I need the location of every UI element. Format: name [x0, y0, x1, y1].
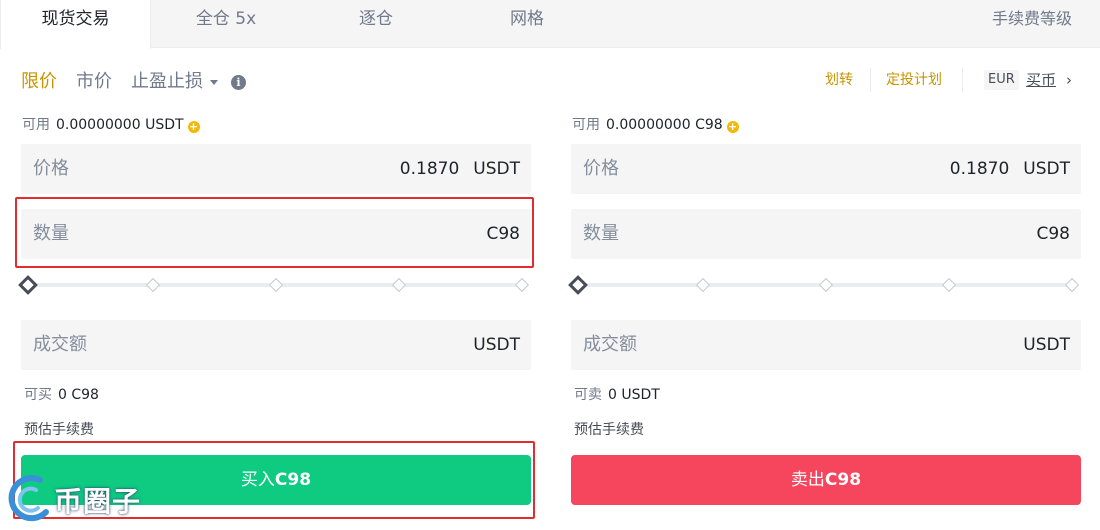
buy-amount-slider[interactable] — [18, 275, 534, 295]
price-value: 0.1870 — [399, 159, 460, 179]
tab-grid[interactable]: 网格 — [487, 0, 567, 48]
max-buy: 可买 0 C98 — [24, 386, 99, 404]
sell-total-input[interactable]: 成交额 USDT — [571, 320, 1081, 370]
slider-mark-50[interactable] — [818, 277, 834, 293]
price-label: 价格 — [583, 158, 619, 179]
total-label: 成交额 — [33, 334, 87, 355]
sell-available: 可用 0.00000000 C98 + — [572, 116, 739, 134]
highlight-box — [15, 197, 534, 268]
max-sell: 可卖 0 USDT — [574, 386, 660, 404]
max-buy-label: 可买 — [24, 387, 52, 403]
total-unit: USDT — [1023, 335, 1070, 355]
max-sell-value: 0 USDT — [608, 387, 660, 403]
chevron-right-icon[interactable]: › — [1066, 72, 1072, 88]
buy-price-input[interactable]: 价格 0.1870 USDT — [21, 144, 531, 194]
order-type-stop[interactable]: 止盈止损 — [131, 70, 218, 94]
tab-cross-margin[interactable]: 全仓 5x — [176, 0, 276, 48]
price-label: 价格 — [33, 158, 69, 179]
price-unit: USDT — [473, 159, 520, 179]
order-type-limit[interactable]: 限价 — [21, 70, 57, 94]
tab-isolated-margin[interactable]: 逐仓 — [336, 0, 416, 48]
slider-handle[interactable] — [568, 275, 588, 295]
sell-button-asset: C98 — [824, 470, 862, 490]
fee-level-link[interactable]: 手续费等级 — [992, 0, 1072, 38]
total-unit: USDT — [473, 335, 520, 355]
info-icon[interactable]: i — [231, 75, 246, 90]
order-type-market[interactable]: 市价 — [76, 70, 112, 94]
available-label: 可用 — [572, 117, 600, 133]
slider-mark-75[interactable] — [391, 277, 407, 293]
slider-mark-25[interactable] — [695, 277, 711, 293]
sell-amount-slider[interactable] — [568, 275, 1084, 295]
order-type-stop-label: 止盈止损 — [131, 71, 203, 92]
sell-amount-input[interactable]: 数量 C98 — [571, 209, 1081, 259]
spot-order-form: 现货交易 全仓 5x 逐仓 网格 手续费等级 限价 市价 止盈止损 i 划转 定… — [0, 0, 1100, 530]
divider — [962, 68, 963, 92]
transfer-link[interactable]: 划转 — [825, 70, 853, 90]
watermark-logo-icon — [8, 475, 49, 522]
slider-mark-25[interactable] — [145, 277, 161, 293]
slider-mark-75[interactable] — [941, 277, 957, 293]
watermark-text: 币圈子 — [54, 485, 142, 518]
buy-coin-link[interactable]: 买币 — [1026, 70, 1056, 90]
add-funds-icon[interactable]: + — [726, 121, 739, 133]
sell-estimated-fee[interactable]: 预估手续费 — [574, 421, 644, 439]
price-value-group: 0.1870 USDT — [400, 157, 520, 181]
total-label: 成交额 — [583, 334, 637, 355]
slider-mark-50[interactable] — [268, 277, 284, 293]
auto-invest-link[interactable]: 定投计划 — [886, 70, 942, 90]
trade-mode-tabbar: 现货交易 全仓 5x 逐仓 网格 手续费等级 — [0, 0, 1100, 49]
slider-handle[interactable] — [18, 275, 38, 295]
max-sell-label: 可卖 — [574, 387, 602, 403]
divider — [870, 68, 871, 92]
price-value-group: 0.1870 USDT — [950, 157, 1070, 181]
price-value: 0.1870 — [949, 159, 1010, 179]
max-buy-value: 0 C98 — [58, 387, 99, 403]
available-label: 可用 — [22, 117, 50, 133]
buy-available: 可用 0.00000000 USDT + — [22, 116, 200, 134]
caret-down-icon — [210, 79, 218, 85]
buy-total-input[interactable]: 成交额 USDT — [21, 320, 531, 370]
tab-spot[interactable]: 现货交易 — [0, 0, 151, 49]
add-funds-icon[interactable]: + — [187, 121, 200, 133]
available-value: 0.00000000 USDT — [56, 117, 184, 133]
slider-mark-100[interactable] — [1064, 277, 1080, 293]
buy-estimated-fee[interactable]: 预估手续费 — [24, 421, 94, 439]
sell-price-input[interactable]: 价格 0.1870 USDT — [571, 144, 1081, 194]
currency-badge[interactable]: EUR — [984, 70, 1019, 90]
sell-button[interactable]: 卖出C98 — [571, 455, 1081, 505]
amount-unit: C98 — [1036, 224, 1070, 244]
available-value: 0.00000000 C98 — [606, 117, 723, 133]
sell-button-label: 卖出 — [790, 470, 825, 490]
slider-mark-100[interactable] — [514, 277, 530, 293]
price-unit: USDT — [1023, 159, 1070, 179]
amount-label: 数量 — [583, 223, 619, 244]
